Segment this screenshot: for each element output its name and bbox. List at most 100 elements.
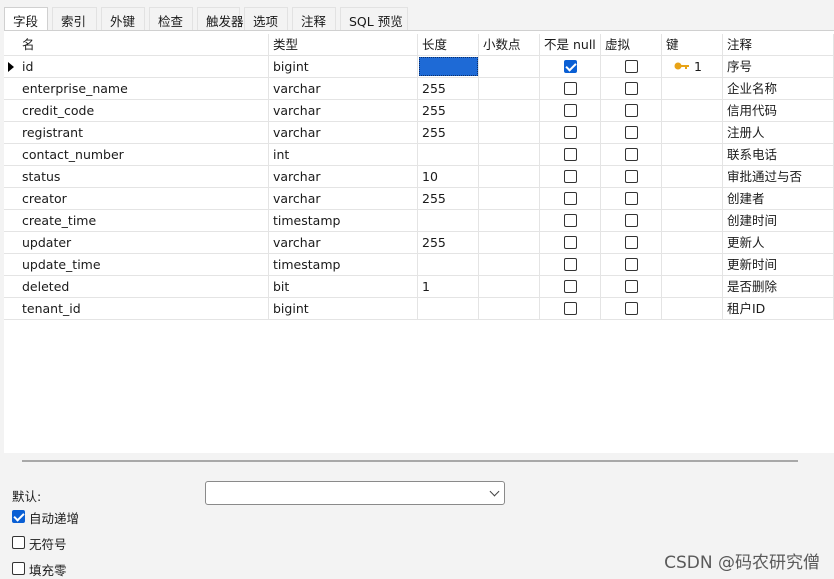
- field-decimals-cell[interactable]: [479, 298, 540, 320]
- field-length-cell[interactable]: 1: [418, 276, 479, 298]
- not-null-checkbox[interactable]: [564, 60, 577, 73]
- col-header-decimals[interactable]: 小数点: [479, 34, 540, 56]
- field-decimals-cell[interactable]: [479, 144, 540, 166]
- field-type-cell[interactable]: varchar: [269, 78, 418, 100]
- key-cell[interactable]: [662, 232, 723, 254]
- col-header-length[interactable]: 长度: [418, 34, 479, 56]
- field-type-cell[interactable]: varchar: [269, 232, 418, 254]
- table-row[interactable]: create_time timestamp 创建时间: [4, 210, 834, 232]
- table-row[interactable]: registrant varchar 255 注册人: [4, 122, 834, 144]
- tab-foreign-keys[interactable]: 外键: [101, 7, 145, 30]
- col-header-type[interactable]: 类型: [269, 34, 418, 56]
- virtual-checkbox[interactable]: [625, 280, 638, 293]
- key-cell[interactable]: [662, 122, 723, 144]
- not-null-checkbox[interactable]: [564, 126, 577, 139]
- field-decimals-cell[interactable]: [479, 166, 540, 188]
- virtual-checkbox[interactable]: [625, 170, 638, 183]
- field-type-cell[interactable]: bigint: [269, 56, 418, 78]
- field-decimals-cell[interactable]: [479, 78, 540, 100]
- key-cell[interactable]: [662, 100, 723, 122]
- virtual-checkbox[interactable]: [625, 214, 638, 227]
- field-length-cell[interactable]: [418, 210, 479, 232]
- field-comment-cell[interactable]: 创建者: [723, 188, 834, 210]
- field-comment-cell[interactable]: 更新时间: [723, 254, 834, 276]
- not-null-checkbox[interactable]: [564, 236, 577, 249]
- field-length-cell[interactable]: 255: [418, 78, 479, 100]
- field-length-cell[interactable]: [418, 254, 479, 276]
- not-null-checkbox[interactable]: [564, 302, 577, 315]
- zerofill-checkbox[interactable]: [12, 562, 25, 575]
- field-type-cell[interactable]: varchar: [269, 188, 418, 210]
- field-type-cell[interactable]: varchar: [269, 100, 418, 122]
- virtual-checkbox[interactable]: [625, 60, 638, 73]
- field-length-cell[interactable]: 255: [418, 188, 479, 210]
- table-row[interactable]: contact_number int 联系电话: [4, 144, 834, 166]
- tab-sql-preview[interactable]: SQL 预览: [340, 7, 408, 30]
- table-row[interactable]: credit_code varchar 255 信用代码: [4, 100, 834, 122]
- table-row[interactable]: status varchar 10 审批通过与否: [4, 166, 834, 188]
- virtual-checkbox[interactable]: [625, 104, 638, 117]
- key-cell[interactable]: 1: [662, 56, 723, 78]
- not-null-checkbox[interactable]: [564, 104, 577, 117]
- field-length-cell[interactable]: [418, 56, 479, 78]
- field-type-cell[interactable]: timestamp: [269, 254, 418, 276]
- key-cell[interactable]: [662, 210, 723, 232]
- field-name-cell[interactable]: updater: [18, 232, 269, 254]
- field-decimals-cell[interactable]: [479, 210, 540, 232]
- virtual-checkbox[interactable]: [625, 302, 638, 315]
- field-decimals-cell[interactable]: [479, 56, 540, 78]
- unsigned-checkbox[interactable]: [12, 536, 25, 549]
- table-row[interactable]: deleted bit 1 是否删除: [4, 276, 834, 298]
- default-value-dropdown[interactable]: [205, 481, 505, 505]
- tab-triggers[interactable]: 触发器: [197, 7, 244, 30]
- table-row[interactable]: updater varchar 255 更新人: [4, 232, 834, 254]
- tab-comment[interactable]: 注释: [292, 7, 336, 30]
- col-header-not-null[interactable]: 不是 null: [540, 34, 601, 56]
- field-name-cell[interactable]: id: [18, 56, 269, 78]
- field-decimals-cell[interactable]: [479, 232, 540, 254]
- not-null-checkbox[interactable]: [564, 258, 577, 271]
- field-comment-cell[interactable]: 注册人: [723, 122, 834, 144]
- field-decimals-cell[interactable]: [479, 122, 540, 144]
- virtual-checkbox[interactable]: [625, 236, 638, 249]
- field-name-cell[interactable]: contact_number: [18, 144, 269, 166]
- field-name-cell[interactable]: create_time: [18, 210, 269, 232]
- field-type-cell[interactable]: bigint: [269, 298, 418, 320]
- col-header-comment[interactable]: 注释: [723, 34, 834, 56]
- field-comment-cell[interactable]: 审批通过与否: [723, 166, 834, 188]
- key-cell[interactable]: [662, 298, 723, 320]
- field-comment-cell[interactable]: 联系电话: [723, 144, 834, 166]
- not-null-checkbox[interactable]: [564, 148, 577, 161]
- virtual-checkbox[interactable]: [625, 126, 638, 139]
- tab-checks[interactable]: 检查: [149, 7, 193, 30]
- field-name-cell[interactable]: tenant_id: [18, 298, 269, 320]
- pane-splitter[interactable]: [22, 460, 798, 462]
- field-length-cell[interactable]: 10: [418, 166, 479, 188]
- col-header-virtual[interactable]: 虚拟: [601, 34, 662, 56]
- not-null-checkbox[interactable]: [564, 192, 577, 205]
- field-length-cell[interactable]: [418, 298, 479, 320]
- field-decimals-cell[interactable]: [479, 100, 540, 122]
- virtual-checkbox[interactable]: [625, 192, 638, 205]
- key-cell[interactable]: [662, 144, 723, 166]
- field-name-cell[interactable]: credit_code: [18, 100, 269, 122]
- virtual-checkbox[interactable]: [625, 258, 638, 271]
- field-type-cell[interactable]: varchar: [269, 166, 418, 188]
- field-comment-cell[interactable]: 租户ID: [723, 298, 834, 320]
- table-row[interactable]: creator varchar 255 创建者: [4, 188, 834, 210]
- key-cell[interactable]: [662, 166, 723, 188]
- table-row[interactable]: update_time timestamp 更新时间: [4, 254, 834, 276]
- field-name-cell[interactable]: enterprise_name: [18, 78, 269, 100]
- key-cell[interactable]: [662, 276, 723, 298]
- field-type-cell[interactable]: varchar: [269, 122, 418, 144]
- tab-fields[interactable]: 字段: [4, 7, 48, 30]
- tab-options[interactable]: 选项: [244, 7, 288, 30]
- field-length-cell[interactable]: [418, 144, 479, 166]
- field-name-cell[interactable]: registrant: [18, 122, 269, 144]
- field-type-cell[interactable]: bit: [269, 276, 418, 298]
- field-comment-cell[interactable]: 序号: [723, 56, 834, 78]
- field-comment-cell[interactable]: 是否删除: [723, 276, 834, 298]
- not-null-checkbox[interactable]: [564, 82, 577, 95]
- auto-increment-checkbox[interactable]: [12, 510, 25, 523]
- key-cell[interactable]: [662, 254, 723, 276]
